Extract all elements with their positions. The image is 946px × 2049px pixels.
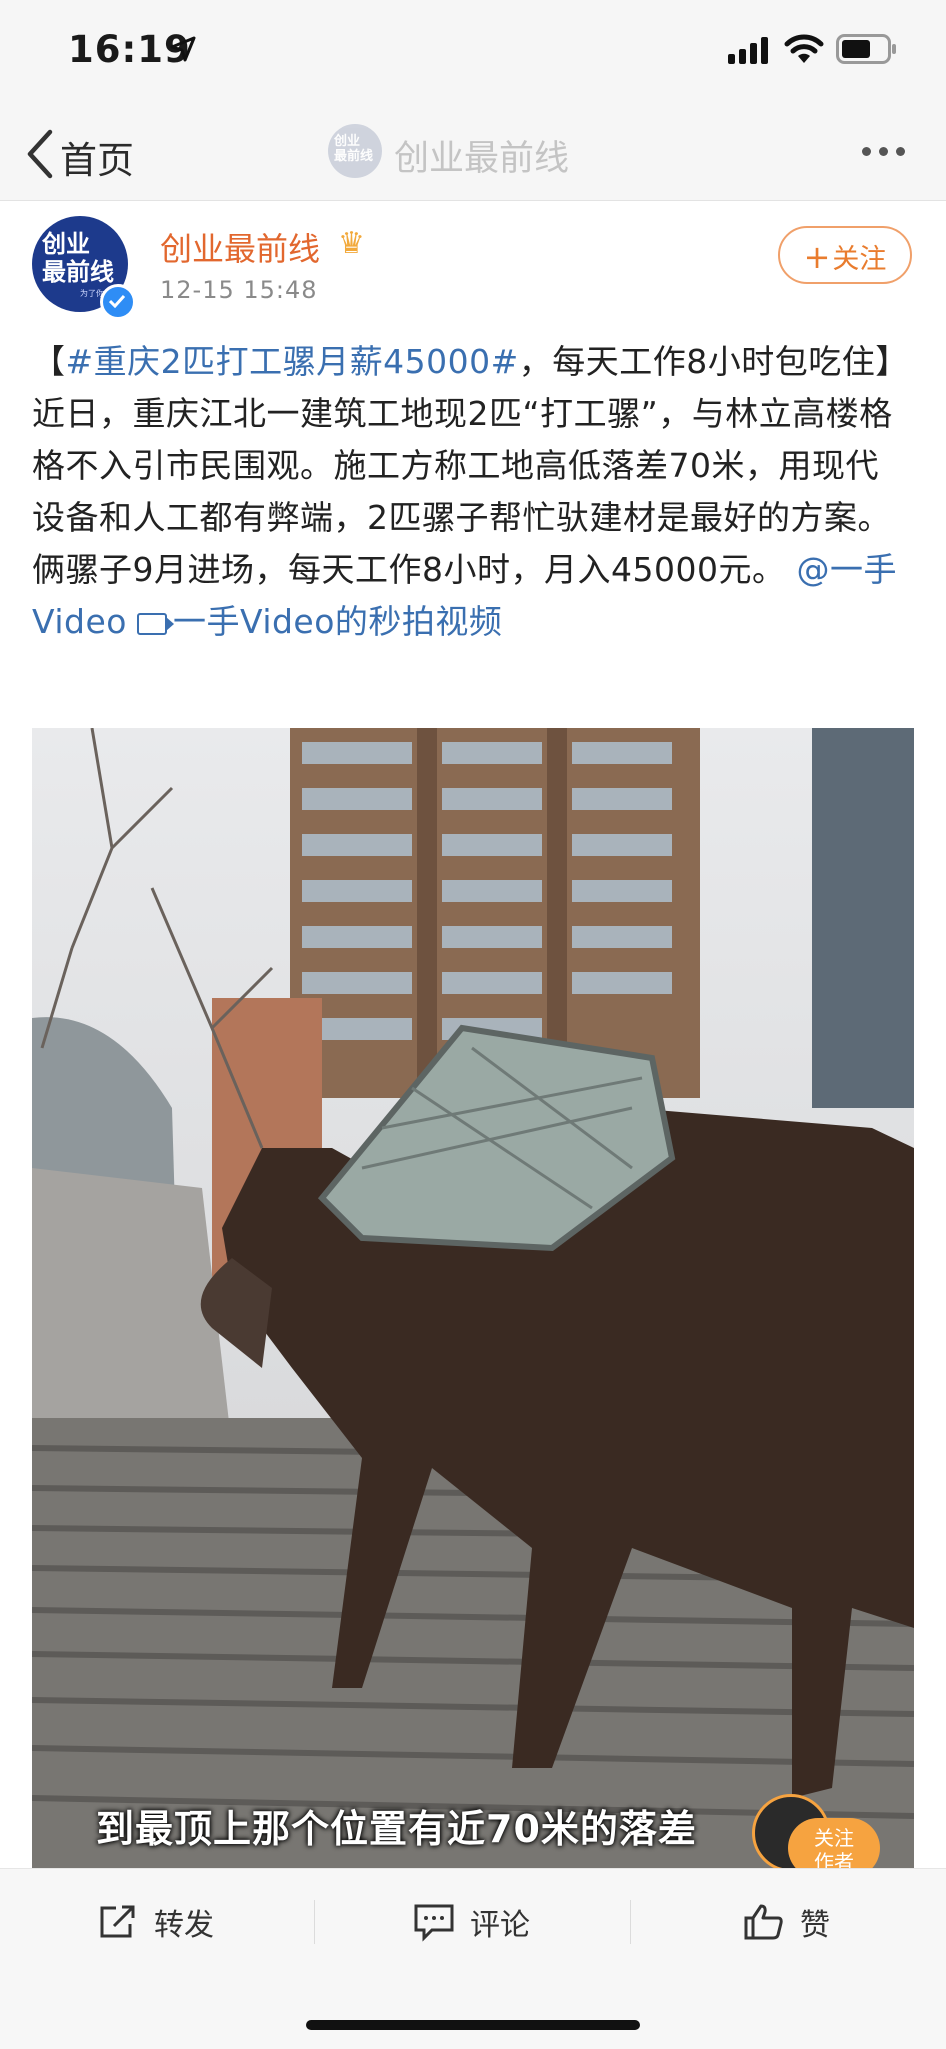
video-link-icon	[136, 613, 174, 635]
hashtag-link[interactable]: #重庆2匹打工骡月薪45000#	[66, 342, 519, 381]
video-player[interactable]	[32, 728, 914, 1868]
home-indicator	[306, 2020, 640, 2030]
follow-button[interactable]: +关注	[778, 226, 912, 284]
avatar-text-1: 创业	[42, 230, 90, 258]
repost-label: 转发	[154, 1908, 214, 1943]
like-label: 赞	[800, 1908, 830, 1943]
repost-button[interactable]: 转发	[96, 1894, 214, 1950]
post-bracket: 【	[32, 342, 66, 381]
nav-title: 创业最前线	[394, 139, 570, 179]
video-frame	[32, 728, 914, 1868]
author-name[interactable]: 创业最前线	[160, 224, 320, 270]
battery-icon	[836, 34, 896, 64]
video-caption: 到最顶上那个位置有近70米的落差	[96, 1807, 697, 1851]
nav-account-logo: 创业 最前线	[328, 124, 382, 178]
back-button[interactable]: 首页	[60, 130, 134, 184]
wifi-icon	[784, 34, 824, 63]
location-arrow-icon	[170, 36, 196, 62]
repost-icon	[100, 1905, 135, 1938]
comment-button[interactable]: 评论	[412, 1894, 530, 1950]
verified-icon	[100, 284, 136, 320]
avatar-text-2: 最前线	[42, 258, 114, 286]
follow-label: 关注	[832, 244, 887, 275]
more-icon[interactable]	[862, 141, 913, 160]
thumbs-up-icon	[744, 1904, 783, 1940]
follow-author-label-1: 关注	[814, 1826, 854, 1850]
comment-label: 评论	[470, 1908, 530, 1943]
like-button[interactable]: 赞	[742, 1894, 830, 1950]
plus-icon: +	[803, 238, 831, 276]
crown-icon: ♛	[338, 226, 365, 261]
video-link[interactable]: 一手Video的秒拍视频	[173, 602, 502, 641]
divider	[314, 1900, 315, 1944]
signal-icon	[728, 37, 768, 64]
divider	[630, 1900, 631, 1944]
post-text: 【#重庆2匹打工骡月薪45000#，每天工作8小时包吃住】近日，重庆江北一建筑工…	[32, 336, 912, 648]
post-time: 12-15 15:48	[160, 276, 318, 304]
comment-icon	[414, 1904, 454, 1942]
